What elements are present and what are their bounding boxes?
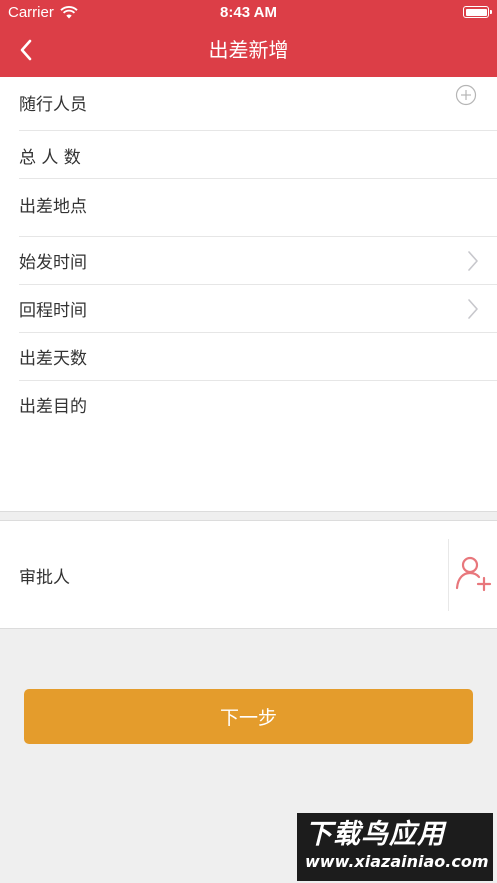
form-row-return-time[interactable]: 回程时间 — [0, 285, 497, 333]
approver-label: 审批人 — [19, 568, 70, 588]
chevron-right-icon — [468, 299, 478, 319]
form-row-destination[interactable]: 出差地点 — [0, 179, 497, 237]
form-row-label: 出差地点 — [19, 197, 87, 217]
form-row-departure-time[interactable]: 始发时间 — [0, 237, 497, 285]
next-step-button[interactable]: 下一步 — [24, 689, 473, 744]
form-row-label: 出差目的 — [19, 397, 87, 417]
form-row-companions[interactable]: 随行人员 — [0, 77, 497, 131]
trip-form: 随行人员 总 人 数 出差地点 始发时间 回程时间 出差天数 出差目的 — [0, 77, 497, 511]
add-user-icon[interactable] — [453, 554, 493, 594]
form-row-label: 出差天数 — [19, 349, 87, 369]
form-row-trip-days[interactable]: 出差天数 — [0, 333, 497, 381]
watermark-title: 下载鸟应用 — [305, 819, 445, 850]
form-row-trip-purpose[interactable]: 出差目的 — [0, 381, 497, 511]
battery-icon — [463, 6, 492, 18]
status-time: 8:43 AM — [220, 4, 277, 21]
approver-divider — [448, 539, 449, 611]
form-row-label: 回程时间 — [19, 301, 87, 321]
form-row-label: 总 人 数 — [19, 148, 81, 168]
watermark-logo: 下载鸟应用 www.xiazainiao.com — [297, 813, 493, 881]
app-header: Carrier 8:43 AM 出差新增 — [0, 0, 497, 77]
form-row-label: 始发时间 — [19, 253, 87, 273]
form-row-label: 随行人员 — [19, 95, 87, 115]
watermark-url: www.xiazainiao.com — [305, 852, 489, 871]
approver-row[interactable]: 审批人 — [0, 521, 497, 629]
status-bar: Carrier 8:43 AM — [0, 0, 497, 26]
chevron-right-icon — [468, 251, 478, 271]
section-separator — [0, 511, 497, 521]
form-row-total-people[interactable]: 总 人 数 — [0, 131, 497, 179]
page-title: 出差新增 — [208, 38, 289, 62]
plus-circle-icon[interactable] — [455, 84, 477, 106]
